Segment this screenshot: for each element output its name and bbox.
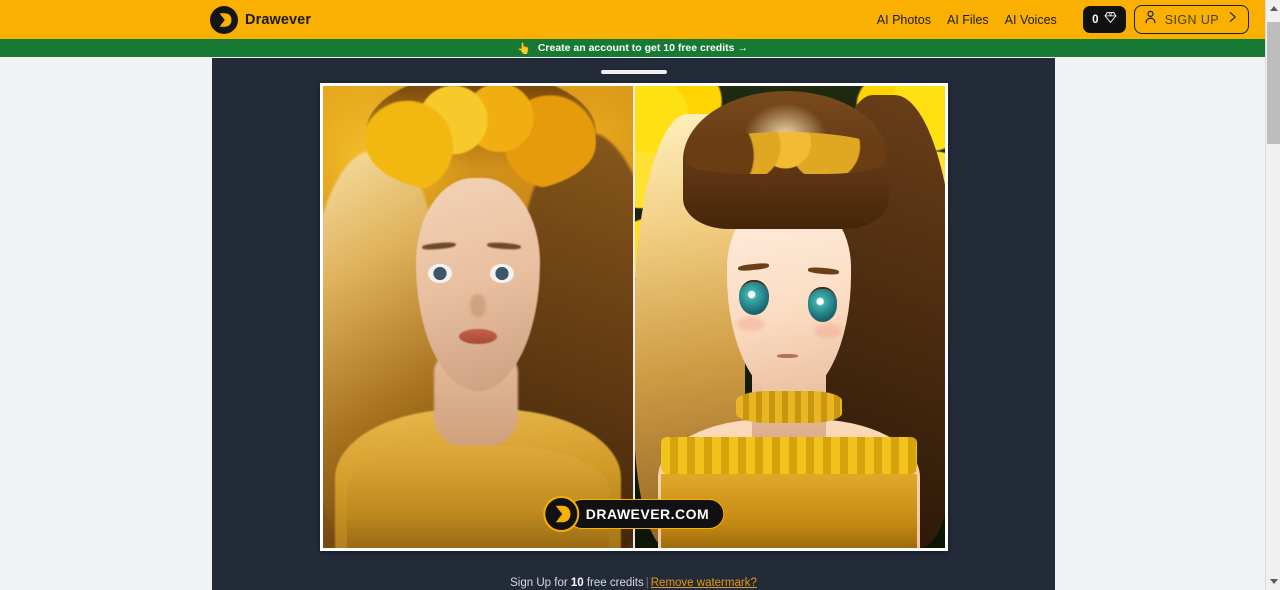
image-comparison-frame: DRAWEVER.COM	[319, 83, 948, 551]
footer-credit-count: 10	[570, 577, 584, 589]
page-scrollbar[interactable]	[1265, 0, 1280, 590]
photo-eye-left	[428, 263, 452, 284]
promo-banner-text: Create an account to get 10 free credits…	[537, 42, 748, 54]
watermark-pill: DRAWEVER.COM	[566, 499, 725, 529]
anime-tiara	[686, 132, 886, 174]
anime-mouth	[776, 353, 799, 359]
original-photo-pane[interactable]	[322, 86, 634, 548]
promo-banner[interactable]: 👆 Create an account to get 10 free credi…	[0, 39, 1265, 57]
photo-lips	[459, 328, 497, 345]
pointing-hand-icon: 👆	[517, 42, 531, 55]
site-header: Drawever AI Photos AI Files AI Voices 0	[0, 0, 1265, 39]
footer-suffix: free credits	[583, 577, 644, 589]
anime-eye-right	[807, 286, 838, 322]
photo-nose	[470, 293, 486, 317]
chevron-right-icon	[1226, 10, 1239, 29]
footer-signup-line: Sign Up for 10 free credits | Remove water…	[212, 577, 1055, 589]
credits-count: 0	[1092, 13, 1099, 26]
watermark-text: DRAWEVER.COM	[585, 506, 710, 522]
footer-prefix: Sign Up for	[510, 577, 571, 589]
drag-handle[interactable]	[600, 70, 667, 74]
photo-eye-right	[490, 263, 514, 284]
anime-eye-left	[739, 280, 769, 315]
page-root: Drawever AI Photos AI Files AI Voices 0	[0, 0, 1280, 590]
scroll-down-arrow-icon[interactable]	[1266, 573, 1280, 590]
anime-result-pane[interactable]	[633, 86, 945, 548]
main-nav: AI Photos AI Files AI Voices 0 SIGN UP	[869, 5, 1265, 34]
result-modal: DRAWEVER.COM Sign Up for 10 free credits…	[212, 58, 1055, 590]
user-icon	[1143, 9, 1158, 30]
anime-blush-left	[736, 317, 765, 331]
nav-ai-voices[interactable]: AI Voices	[997, 13, 1065, 27]
signup-label: SIGN UP	[1164, 12, 1219, 27]
footer-separator: |	[645, 577, 649, 589]
brand-logo[interactable]: Drawever	[210, 5, 312, 34]
scrollbar-thumb[interactable]	[1267, 22, 1280, 144]
comparison-divider[interactable]	[632, 86, 635, 548]
modal-footer: Sign Up for 10 free credits | Remove water…	[212, 577, 1055, 590]
drawever-logo-icon	[542, 496, 579, 532]
image-comparison[interactable]: DRAWEVER.COM	[322, 86, 945, 548]
remove-watermark-link[interactable]: Remove watermark?	[651, 577, 757, 589]
scroll-up-arrow-icon[interactable]	[1266, 0, 1280, 17]
anime-collar	[736, 390, 842, 424]
brand-name: Drawever	[245, 11, 312, 28]
anime-ruffle	[661, 437, 917, 475]
signup-button[interactable]: SIGN UP	[1133, 5, 1249, 34]
gem-icon	[1103, 11, 1117, 29]
photo-flower-crown	[366, 86, 597, 193]
nav-ai-files[interactable]: AI Files	[939, 13, 997, 27]
watermark: DRAWEVER.COM	[542, 496, 725, 532]
credits-badge[interactable]: 0	[1082, 6, 1126, 33]
anime-blush-right	[813, 323, 842, 338]
drawever-logo-icon	[210, 5, 238, 34]
nav-ai-photos[interactable]: AI Photos	[869, 13, 939, 27]
